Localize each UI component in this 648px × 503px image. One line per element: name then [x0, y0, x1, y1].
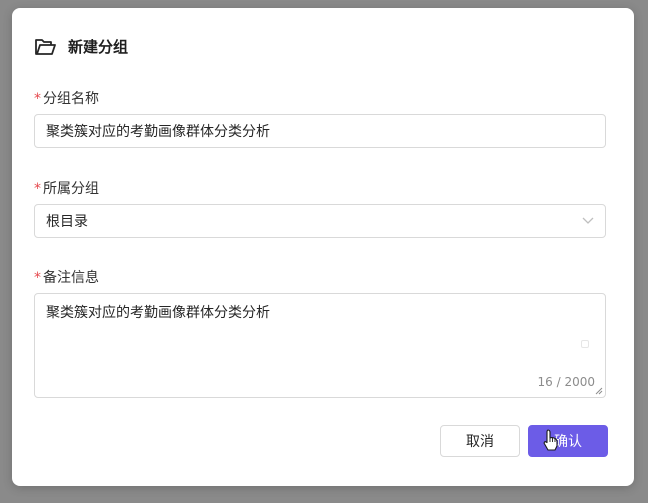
parent-group-select[interactable]: 根目录	[34, 204, 606, 238]
group-name-input[interactable]: 聚类簇对应的考勤画像群体分类分析	[34, 114, 606, 148]
remark-label: * 备注信息	[34, 267, 99, 287]
confirm-button[interactable]: 确认	[528, 425, 608, 457]
char-counter: 16 / 2000	[537, 375, 595, 389]
new-group-dialog: 新建分组 * 分组名称 聚类簇对应的考勤画像群体分类分析 * 所属分组 根目录 * 备…	[12, 8, 634, 486]
remark-textarea[interactable]: 聚类簇对应的考勤画像群体分类分析 16 / 2000	[34, 293, 606, 398]
remark-value: 聚类簇对应的考勤画像群体分类分析	[46, 305, 270, 321]
resize-handle-icon[interactable]	[595, 387, 603, 395]
required-mark: *	[34, 270, 41, 286]
dialog-header: 新建分组	[34, 36, 128, 57]
scroll-indicator	[581, 340, 589, 348]
parent-group-label: * 所属分组	[34, 178, 99, 198]
hand-cursor-icon	[543, 429, 558, 451]
group-name-value: 聚类簇对应的考勤画像群体分类分析	[46, 124, 270, 140]
group-name-label: * 分组名称	[34, 88, 99, 108]
group-name-label-text: 分组名称	[43, 91, 99, 107]
cancel-button[interactable]: 取消	[440, 425, 520, 457]
dialog-title: 新建分组	[68, 38, 129, 56]
folder-open-icon	[35, 38, 56, 55]
remark-label-text: 备注信息	[43, 270, 99, 286]
cancel-button-label: 取消	[466, 434, 494, 450]
required-mark: *	[34, 91, 41, 107]
parent-group-value: 根目录	[46, 214, 88, 230]
parent-group-label-text: 所属分组	[43, 181, 99, 197]
required-mark: *	[34, 181, 41, 197]
chevron-down-icon	[582, 217, 594, 224]
